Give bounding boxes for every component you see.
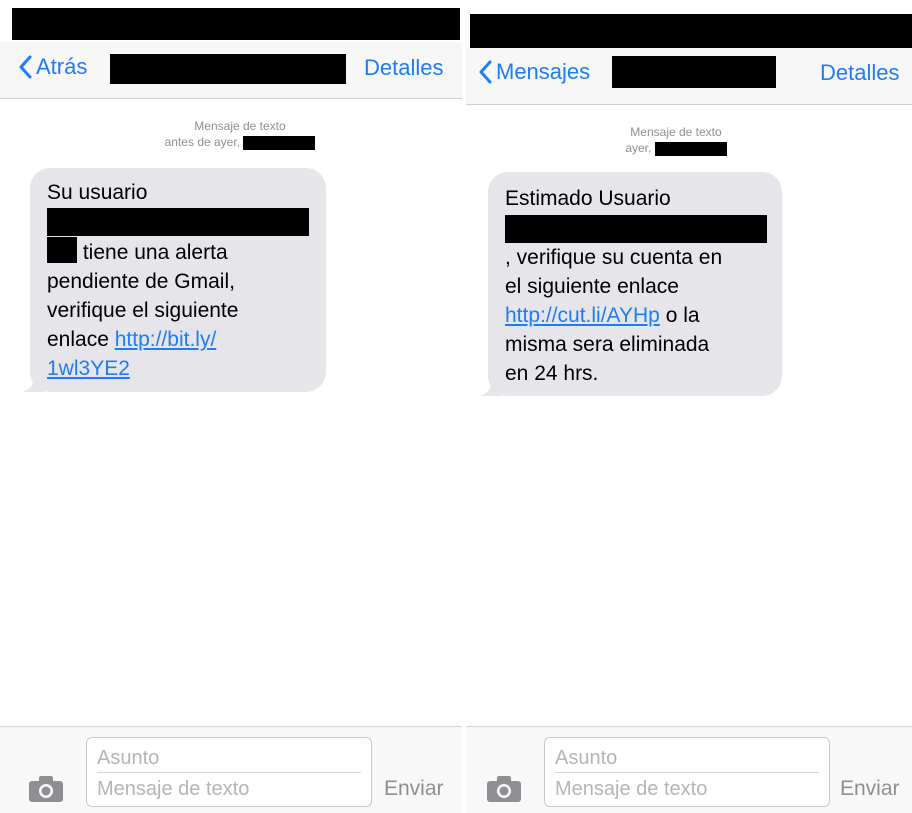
message-input[interactable] (97, 775, 361, 803)
message-type-label: Mensaje de texto (630, 125, 722, 139)
status-bar-redaction (470, 14, 912, 48)
message-date-label: ayer, (625, 141, 652, 155)
back-button[interactable]: Mensajes (478, 59, 590, 85)
send-button[interactable]: Enviar (384, 777, 444, 801)
message-line: en 24 hrs. (505, 362, 599, 385)
message-line: el siguiente enlace (505, 275, 679, 298)
navigation-bar: Mensajes Detalles (466, 48, 912, 104)
send-button[interactable]: Enviar (840, 777, 900, 801)
right-screenshot: Mensajes Detalles Mensaje de texto ayer,… (466, 0, 912, 813)
message-line: o la (665, 304, 700, 327)
message-date-label: antes de ayer, (164, 135, 241, 149)
phishing-link[interactable]: http://bit.ly/ (115, 328, 217, 351)
message-line: misma sera eliminada (505, 333, 710, 356)
details-button[interactable]: Detalles (820, 60, 899, 86)
status-bar-redaction (12, 8, 460, 40)
back-button-label: Atrás (36, 54, 88, 79)
username-redaction (47, 208, 309, 236)
message-type-label: Mensaje de texto (194, 119, 286, 133)
camera-icon[interactable] (28, 775, 64, 803)
subject-input[interactable] (97, 745, 361, 771)
username-redaction-end (47, 237, 77, 263)
contact-name-redaction (612, 56, 776, 88)
message-line: , verifique su cuenta en (505, 246, 723, 269)
message-line: pendiente de Gmail, (47, 270, 235, 293)
timestamp-redaction (654, 141, 727, 156)
compose-box (86, 737, 372, 807)
chevron-left-icon (479, 60, 492, 84)
message-timestamp: Mensaje de texto ayer, (606, 124, 746, 156)
details-button[interactable]: Detalles (364, 55, 443, 81)
message-line: Su usuario (47, 181, 148, 204)
message-line: verifique el siguiente (47, 299, 239, 322)
back-button-label: Mensajes (496, 59, 591, 84)
message-input-bar: Enviar (466, 726, 912, 813)
message-line: tiene una alerta (82, 241, 228, 264)
nav-separator (466, 104, 912, 105)
compose-divider (555, 772, 819, 773)
chevron-left-icon (19, 55, 32, 79)
message-input[interactable] (555, 775, 819, 803)
message-timestamp: Mensaje de texto antes de ayer, (140, 118, 340, 150)
phishing-link-continued[interactable]: 1wl3YE2 (47, 357, 130, 380)
timestamp-redaction (243, 135, 316, 150)
back-button[interactable]: Atrás (18, 54, 87, 80)
message-input-bar: Enviar (0, 726, 462, 813)
message-line: Estimado Usuario (505, 187, 671, 210)
bubble-tail (480, 378, 502, 396)
username-redaction (505, 215, 767, 243)
bubble-tail (22, 374, 44, 392)
nav-separator (0, 98, 462, 99)
incoming-message-bubble: Estimado Usuario , verifique su cuenta e… (480, 172, 782, 396)
message-line: enlace (47, 328, 109, 351)
incoming-message-bubble: Su usuario tiene una alerta pendiente de… (22, 168, 326, 392)
left-screenshot: Atrás Detalles Mensaje de texto antes de… (0, 0, 462, 813)
camera-icon[interactable] (486, 775, 522, 803)
compose-divider (97, 772, 361, 773)
contact-name-redaction (110, 54, 346, 84)
phishing-link[interactable]: http://cut.li/AYHp (505, 304, 660, 327)
navigation-bar: Atrás Detalles (0, 42, 462, 98)
compose-box (544, 737, 830, 807)
subject-input[interactable] (555, 745, 819, 771)
